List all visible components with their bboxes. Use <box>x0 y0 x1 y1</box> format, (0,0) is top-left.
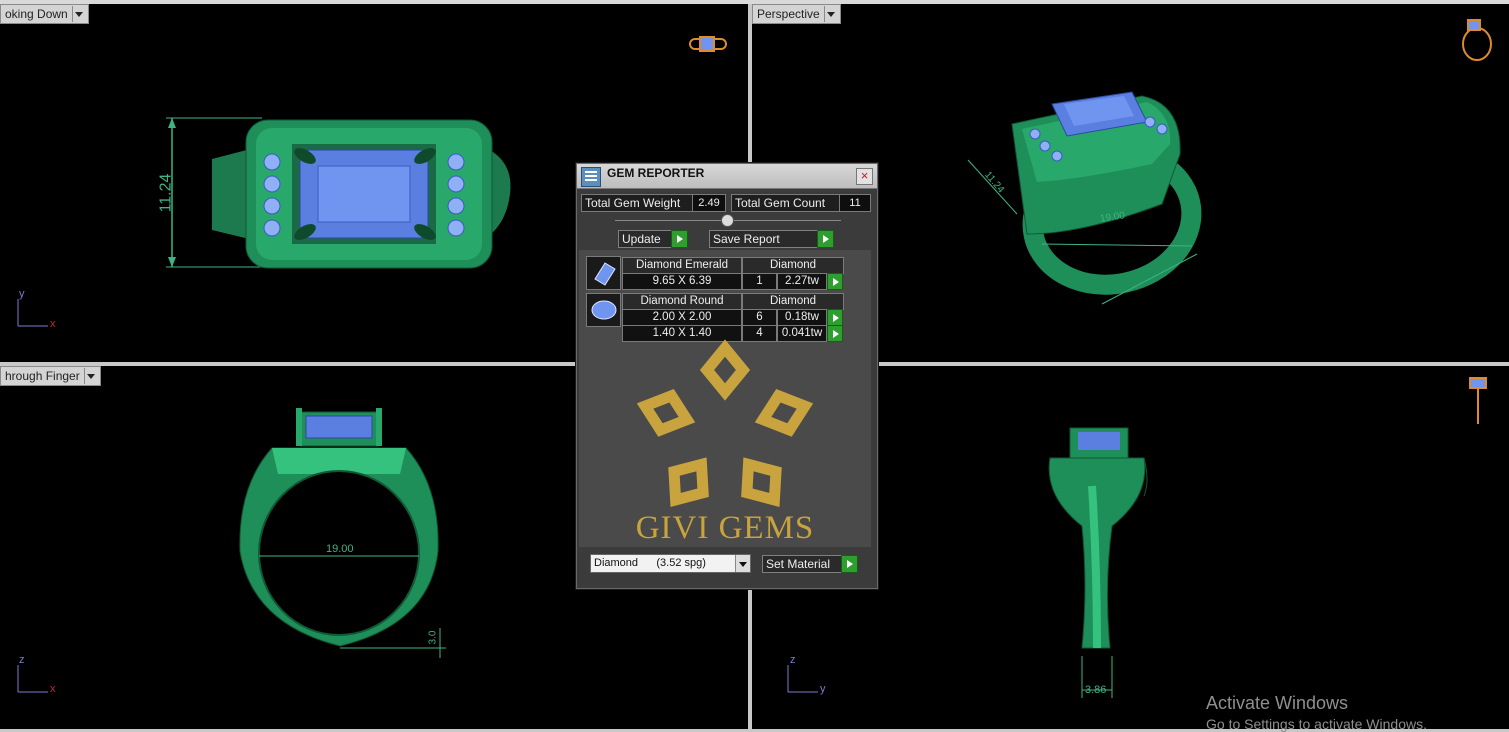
material-select-value: Diamond (3.52 spg) <box>594 557 706 569</box>
dimension-label-band: 3.0 <box>427 630 439 645</box>
gem-reporter-dialog: GEM REPORTER × Total Gem Weight 2.49 Tot… <box>576 163 878 589</box>
update-button[interactable]: Update <box>618 230 675 248</box>
axis-z-label: z <box>790 654 796 666</box>
dimension-label-side-band: 3.86 <box>1085 684 1107 696</box>
chevron-down-icon[interactable] <box>823 6 836 22</box>
material-select[interactable]: Diamond (3.52 spg) <box>590 554 751 573</box>
chevron-down-icon[interactable] <box>83 368 96 384</box>
total-gem-weight-label: Total Gem Weight <box>581 194 694 212</box>
set-material-button[interactable]: Set Material <box>762 555 844 573</box>
total-gem-count-label: Total Gem Count <box>731 194 840 212</box>
axis-x-label: x <box>50 318 56 330</box>
gem-list-panel: Diamond Emerald Diamond 9.65 X 6.39 1 2.… <box>579 250 871 547</box>
update-go-icon[interactable] <box>671 230 688 248</box>
splitter-handle[interactable] <box>721 214 734 227</box>
activate-windows-subtitle: Go to Settings to activate Windows. <box>1206 716 1427 732</box>
chevron-down-icon[interactable] <box>735 555 750 572</box>
report-icon <box>581 167 601 187</box>
close-button[interactable]: × <box>856 168 873 185</box>
dialog-title-bar[interactable]: GEM REPORTER × <box>577 164 877 189</box>
axis-y-label: y <box>820 683 826 695</box>
total-gem-weight-value: 2.49 <box>692 194 726 212</box>
givi-gems-logo-mark <box>636 339 814 507</box>
dimension-label-inner-diameter: 19.00 <box>326 543 354 555</box>
logo-text: GIVI GEMS <box>635 510 815 546</box>
activate-windows-title: Activate Windows <box>1206 693 1349 713</box>
viewport-label-perspective[interactable]: Perspective <box>752 4 841 24</box>
set-material-go-icon[interactable] <box>841 555 858 573</box>
dialog-title: GEM REPORTER <box>607 166 705 180</box>
save-report-button[interactable]: Save Report <box>709 230 820 248</box>
viewport-label-looking-down[interactable]: oking Down <box>0 4 89 24</box>
chevron-down-icon[interactable] <box>71 6 84 22</box>
viewport-label-through-finger[interactable]: hrough Finger <box>0 366 101 386</box>
dimension-label-width: 11.24 <box>157 173 175 213</box>
total-gem-count-value: 11 <box>839 194 871 212</box>
save-report-go-icon[interactable] <box>817 230 834 248</box>
axis-z-label: z <box>19 654 25 666</box>
axis-x-label: x <box>50 683 56 695</box>
axis-y-label: y <box>19 288 25 300</box>
